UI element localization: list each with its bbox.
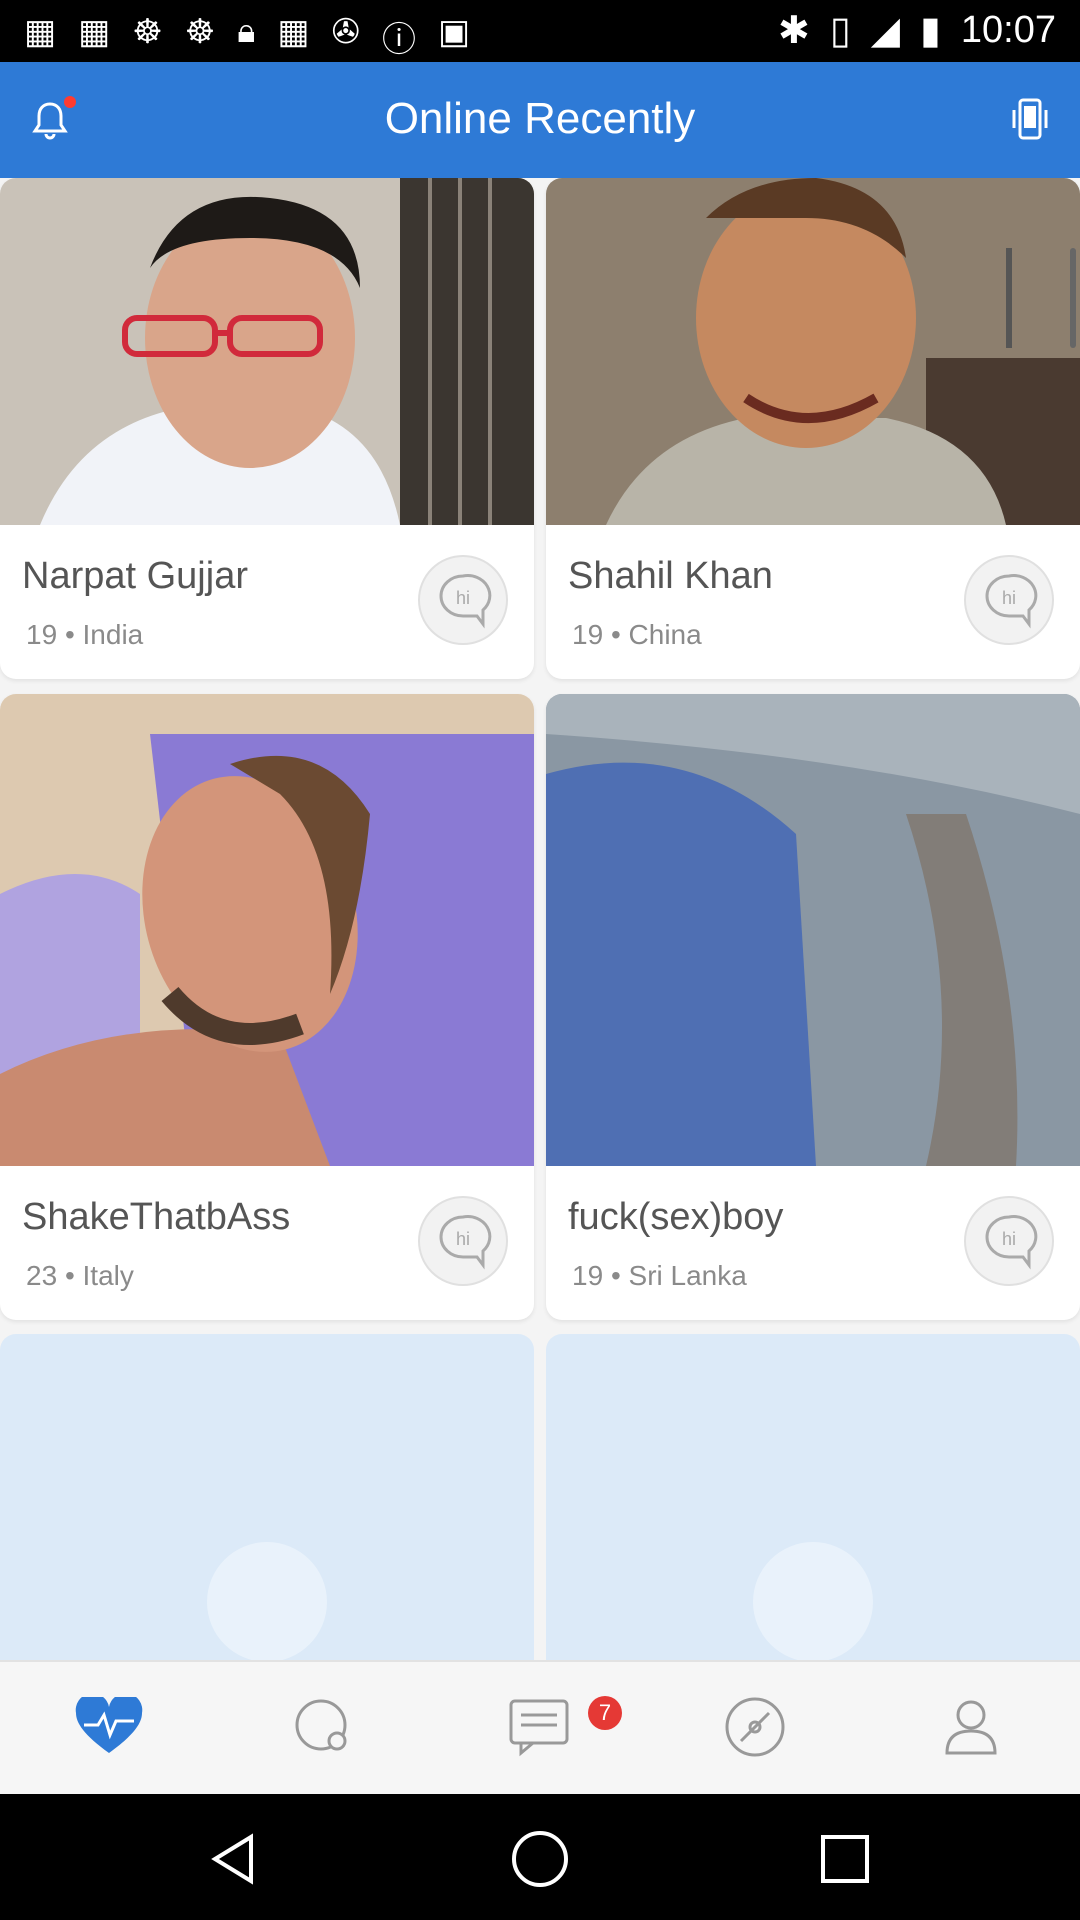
- user-country: India: [82, 619, 144, 650]
- tab-chat[interactable]: [288, 1692, 358, 1762]
- hi-label: hi: [1002, 588, 1016, 608]
- messages-badge: 7: [588, 1696, 622, 1730]
- user-age: 19: [572, 1260, 604, 1291]
- grid-icon: ▦: [78, 13, 111, 51]
- grid-icon: ▦: [24, 13, 57, 51]
- back-button[interactable]: [200, 1824, 270, 1894]
- app-logo-icon: [207, 1542, 327, 1660]
- vibrate-icon: ▯: [829, 10, 851, 52]
- user-photo[interactable]: [0, 178, 534, 525]
- compass-icon: [725, 1697, 785, 1757]
- phone-vibrate-icon[interactable]: [1010, 96, 1050, 144]
- notification-icons: ▦ ▦ ☸ ☸ 🔒︎ ▦ ✇ ⓘ ▣: [24, 12, 470, 61]
- page-title: Online Recently: [384, 94, 696, 143]
- say-hi-button[interactable]: hi: [964, 1196, 1054, 1286]
- say-hi-button[interactable]: hi: [964, 555, 1054, 645]
- user-card[interactable]: Narpat Gujjar 19 • India hi: [0, 178, 534, 679]
- status-bar: ▦ ▦ ☸ ☸ 🔒︎ ▦ ✇ ⓘ ▣ ✱ ▯ ◢ ▮ 10:07: [0, 0, 1080, 62]
- say-hi-button[interactable]: hi: [418, 1196, 508, 1286]
- user-photo[interactable]: [0, 694, 534, 1166]
- user-photo[interactable]: [546, 178, 1080, 525]
- home-icon: [512, 1831, 568, 1887]
- user-name: Shahil Khan: [568, 555, 773, 597]
- user-meta: 19 • Sri Lanka: [572, 1260, 747, 1292]
- user-card[interactable]: Shahil Khan 19 • China hi: [546, 178, 1080, 679]
- swirl-icon: ☸: [132, 13, 163, 51]
- system-icons: ✱ ▯ ◢ ▮ 10:07: [778, 8, 1056, 53]
- hi-label: hi: [456, 1229, 470, 1249]
- loading-placeholder: [546, 1334, 1080, 1660]
- user-card[interactable]: ShakeThatbAss 23 • Italy hi: [0, 694, 534, 1320]
- heartbeat-icon: [75, 1697, 143, 1753]
- hi-label: hi: [1002, 1229, 1016, 1249]
- scrollbar-thumb[interactable]: [1070, 248, 1076, 348]
- no-signal-icon: ◢: [870, 10, 900, 52]
- recents-button[interactable]: [810, 1824, 880, 1894]
- home-button[interactable]: [505, 1824, 575, 1894]
- meta-separator: •: [64, 619, 75, 650]
- profile-icon: [945, 1700, 997, 1755]
- bluetooth-icon: ✱: [777, 10, 810, 52]
- user-name: fuck(sex)boy: [568, 1196, 784, 1238]
- user-country: Italy: [82, 1260, 134, 1291]
- meta-separator: •: [610, 1260, 621, 1291]
- lock-icon: 🔒︎: [237, 12, 256, 50]
- user-card[interactable]: fuck(sex)boy 19 • Sri Lanka hi: [546, 694, 1080, 1320]
- tab-profile[interactable]: [936, 1692, 1006, 1762]
- messages-icon: [509, 1699, 569, 1757]
- info-icon: ⓘ: [381, 21, 416, 59]
- app-logo-icon: [753, 1542, 873, 1660]
- tab-messages[interactable]: [504, 1692, 574, 1762]
- user-photo[interactable]: [546, 694, 1080, 1166]
- say-hi-button[interactable]: hi: [418, 555, 508, 645]
- user-info: Shahil Khan 19 • China hi: [546, 525, 1080, 679]
- chat-bubble-icon: [295, 1699, 347, 1751]
- swirl-icon: ☸: [184, 13, 216, 51]
- user-country: China: [628, 619, 702, 650]
- recents-icon: [821, 1835, 869, 1883]
- tab-discover[interactable]: [720, 1692, 790, 1762]
- user-age: 19: [572, 619, 604, 650]
- user-age: 19: [26, 619, 58, 650]
- system-nav-bar: [0, 1794, 1080, 1920]
- user-meta: 19 • India: [26, 619, 143, 651]
- user-name: Narpat Gujjar: [22, 555, 248, 597]
- status-time: 10:07: [960, 9, 1056, 51]
- grid-icon: ▦: [277, 13, 310, 51]
- user-info: ShakeThatbAss 23 • Italy hi: [0, 1166, 534, 1320]
- android-icon: ▣: [437, 13, 471, 51]
- meta-separator: •: [610, 619, 621, 650]
- battery-icon: ▮: [919, 10, 941, 52]
- tab-heartbeat[interactable]: [74, 1692, 144, 1762]
- user-country: Sri Lanka: [628, 1260, 747, 1291]
- user-name: ShakeThatbAss: [22, 1196, 291, 1238]
- hi-label: hi: [456, 588, 470, 608]
- user-info: fuck(sex)boy 19 • Sri Lanka hi: [546, 1166, 1080, 1320]
- bottom-tab-bar: 7: [0, 1660, 1080, 1796]
- meta-separator: •: [64, 1260, 75, 1291]
- back-icon: [211, 1833, 253, 1885]
- user-grid[interactable]: Narpat Gujjar 19 • India hi Shahil Khan …: [0, 178, 1080, 1660]
- loading-placeholder: [0, 1334, 534, 1660]
- user-age: 23: [26, 1260, 58, 1291]
- user-meta: 19 • China: [572, 619, 702, 651]
- user-meta: 23 • Italy: [26, 1260, 134, 1292]
- user-info: Narpat Gujjar 19 • India hi: [0, 525, 534, 679]
- app-header: Online Recently: [0, 62, 1080, 178]
- satellite-icon: ✇: [331, 13, 360, 51]
